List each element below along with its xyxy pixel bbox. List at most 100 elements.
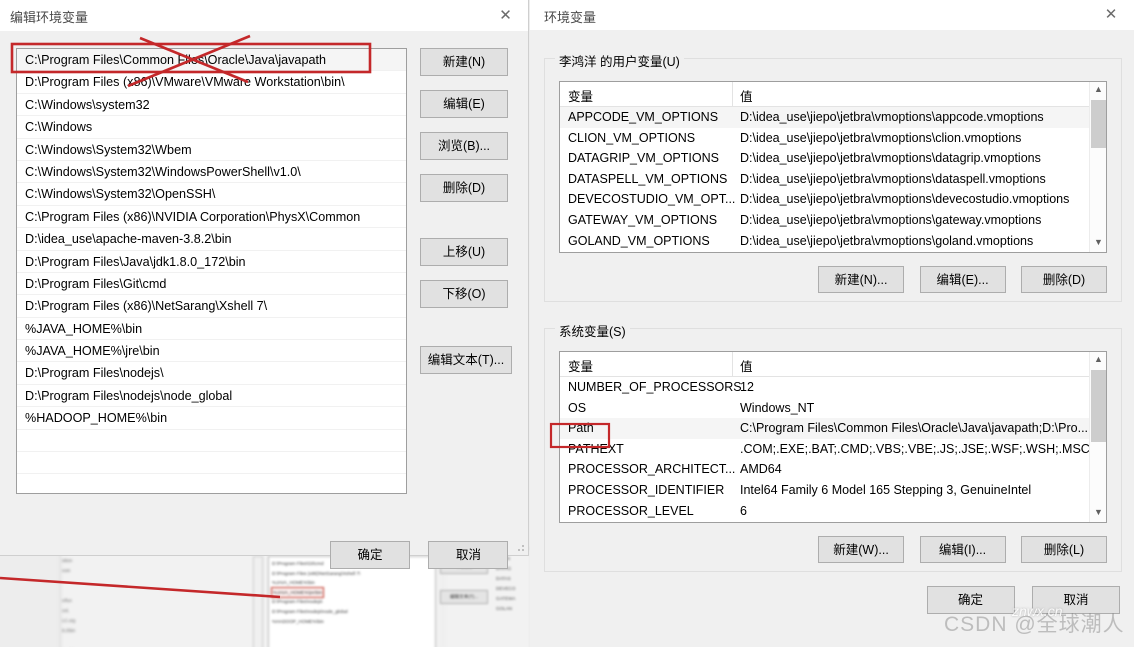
table-row[interactable]: PATHEXT .COM;.EXE;.BAT;.CMD;.VBS;.VBE;.J… [560,439,1106,460]
cell-variable: PROCESSOR_IDENTIFIER [568,482,725,497]
table-row-path[interactable]: Path C:\Program Files\Common Files\Oracl… [560,418,1106,439]
system-table-scrollbar[interactable]: ▲ ▼ [1089,352,1106,522]
cell-value: D:\idea_use\jiepo\jetbra\vmoptions\clion… [740,130,1022,145]
table-row[interactable]: PROCESSOR_LEVEL 6 [560,501,1106,522]
path-list-item[interactable]: C:\Program Files\Common Files\Oracle\Jav… [17,49,406,72]
path-list-item[interactable]: D:\Program Files (x86)\NetSarang\Xshell … [17,295,406,318]
close-icon[interactable]: ✕ [1088,0,1134,30]
path-list-item-empty[interactable] [17,474,406,493]
cell-variable: PATHEXT [568,441,624,456]
path-list-item[interactable]: C:\Program Files (x86)\NVIDIA Corporatio… [17,206,406,229]
env-dialog-bottom-buttons: 确定 取消 [913,586,1120,614]
table-row[interactable]: DEVECOSTUDIO_VM_OPT... D:\idea_use\jiepo… [560,189,1106,210]
column-header-variable: 变量 [568,360,594,374]
cell-variable: GOLAND_VM_OPTIONS [568,233,710,248]
environment-variables-dialog: 环境变量 ✕ 李鸿洋 的用户变量(U) 变量 值 APPCODE_VM_OPTI… [530,0,1134,647]
user-variables-table[interactable]: 变量 值 APPCODE_VM_OPTIONS D:\idea_use\jiep… [559,81,1107,253]
edit-dialog-side-buttons: 新建(N) 编辑(E) 浏览(B)... 删除(D) 上移(U) 下移(O) 编… [420,48,512,388]
table-row[interactable]: GATEWAY_VM_OPTIONS D:\idea_use\jiepo\jet… [560,210,1106,231]
env-dialog-body: 李鸿洋 的用户变量(U) 变量 值 APPCODE_VM_OPTIONS D:\… [530,30,1134,647]
table-row[interactable]: DATASPELL_VM_OPTIONS D:\idea_use\jiepo\j… [560,169,1106,190]
path-list-item-empty[interactable] [17,452,406,475]
env-cancel-button[interactable]: 取消 [1032,586,1120,614]
scroll-up-icon[interactable]: ▲ [1090,82,1106,99]
path-list-item[interactable]: D:\idea_use\apache-maven-3.8.2\bin [17,228,406,251]
table-row[interactable]: OS Windows_NT [560,398,1106,419]
path-list-item[interactable]: C:\Windows\System32\OpenSSH\ [17,183,406,206]
table-row[interactable]: CLION_VM_OPTIONS D:\idea_use\jiepo\jetbr… [560,128,1106,149]
path-list-item[interactable]: C:\Windows [17,116,406,139]
path-entry-list[interactable]: C:\Program Files\Common Files\Oracle\Jav… [16,48,407,494]
path-list-item[interactable]: D:\Program Files\Java\jdk1.8.0_172\bin [17,251,406,273]
cell-variable: PROCESSOR_LEVEL [568,503,694,518]
env-ok-button[interactable]: 确定 [926,586,1015,614]
edit-dialog-title: 编辑环境变量 [10,10,89,25]
scroll-up-icon[interactable]: ▲ [1090,352,1106,369]
cell-value: D:\idea_use\jiepo\jetbra\vmoptions\devec… [740,192,1070,207]
system-new-button[interactable]: 新建(W)... [818,536,905,563]
path-list-item-empty[interactable] [17,430,406,453]
user-new-button[interactable]: 新建(N)... [818,266,905,293]
cell-value: 6 [740,503,747,518]
cell-variable: OS [568,400,587,415]
cell-variable: Path [568,421,594,436]
scrollbar-thumb[interactable] [1091,370,1106,442]
path-list-item[interactable]: D:\Program Files\nodejs\node_global [17,385,406,408]
user-table-scrollbar[interactable]: ▲ ▼ [1089,82,1106,252]
column-divider [732,82,733,106]
bg-list-item: D:\Program Files (x86)\NetSarang\Xshell … [272,570,361,576]
move-up-button[interactable]: 上移(U) [420,238,508,266]
cancel-button[interactable]: 取消 [428,541,509,569]
user-delete-button[interactable]: 删除(D) [1021,266,1107,293]
cell-value: Windows_NT [740,400,815,415]
system-variables-table[interactable]: 变量 值 NUMBER_OF_PROCESSORS 12 OS Windows_… [559,351,1107,523]
scroll-down-icon[interactable]: ▼ [1090,505,1106,522]
path-list-item[interactable]: D:\Program Files (x86)\VMware\VMware Wor… [17,71,406,94]
background-path-list: D:\Program Files\Git\cmd D:\Program File… [268,556,436,647]
cell-value: C:\Program Files\Common Files\Oracle\Jav… [740,421,1089,436]
table-row[interactable]: GOLAND_VM_OPTIONS D:\idea_use\jiepo\jetb… [560,231,1106,252]
table-row[interactable]: PROCESSOR_IDENTIFIER Intel64 Family 6 Mo… [560,480,1106,501]
edit-dialog-titlebar: 编辑环境变量 ✕ [0,0,528,31]
table-row[interactable]: NUMBER_OF_PROCESSORS 12 [560,377,1106,398]
edit-text-button[interactable]: 编辑文本(T)... [420,346,512,374]
background-scrollbar [253,556,263,647]
path-list-item[interactable]: C:\Windows\System32\WindowsPowerShell\v1… [17,161,406,184]
path-list-item[interactable]: %JAVA_HOME%\bin [17,318,406,341]
edit-dialog-body: C:\Program Files\Common Files\Oracle\Jav… [0,31,528,569]
system-edit-button[interactable]: 编辑(I)... [919,536,1006,563]
system-variables-label: 系统变量(S) [555,321,630,340]
path-list-item[interactable]: %HADOOP_HOME%\bin [17,407,406,430]
table-row[interactable]: APPCODE_VM_OPTIONS D:\idea_use\jiepo\jet… [560,107,1106,128]
cell-value: AMD64 [740,462,782,477]
system-delete-button[interactable]: 删除(L) [1021,536,1107,563]
ok-button[interactable]: 确定 [330,541,410,569]
browse-button[interactable]: 浏览(B)... [420,132,508,160]
user-variables-group: 李鸿洋 的用户变量(U) 变量 值 APPCODE_VM_OPTIONS D:\… [544,51,1122,302]
cell-variable: DEVECOSTUDIO_VM_OPT... [568,192,736,207]
delete-button[interactable]: 删除(D) [420,174,508,202]
close-icon[interactable]: ✕ [483,0,528,31]
cell-variable: APPCODE_VM_OPTIONS [568,110,719,124]
user-edit-button[interactable]: 编辑(E)... [919,266,1006,293]
move-down-button[interactable]: 下移(O) [420,280,508,308]
path-list-item[interactable]: C:\Windows\system32 [17,94,406,117]
path-list-item[interactable]: D:\Program Files\nodejs\ [17,362,406,385]
new-button[interactable]: 新建(N) [420,48,508,76]
system-table-header: 变量 值 [560,352,1106,377]
path-list-item[interactable]: C:\Windows\System32\Wbem [17,139,406,161]
cell-value: D:\idea_use\jiepo\jetbra\vmoptions\datas… [740,171,1046,186]
path-list-item[interactable]: D:\Program Files\Git\cmd [17,273,406,296]
table-row[interactable]: DATAGRIP_VM_OPTIONS D:\idea_use\jiepo\je… [560,148,1106,169]
edit-dialog-bottom-buttons: 确定 取消 [330,541,509,569]
scrollbar-thumb[interactable] [1091,100,1106,148]
cell-variable: DATASPELL_VM_OPTIONS [568,171,728,186]
bg-list-item: %HADOOP_HOME%\bin [272,618,324,624]
scroll-down-icon[interactable]: ▼ [1090,235,1106,252]
cell-value: D:\idea_use\jiepo\jetbra\vmoptions\gatew… [740,212,1042,227]
table-row[interactable]: PROCESSOR_ARCHITECT... AMD64 [560,459,1106,480]
path-list-item[interactable]: %JAVA_HOME%\jre\bin [17,340,406,363]
cell-variable: NUMBER_OF_PROCESSORS [568,380,742,394]
resize-grip[interactable] [515,542,525,552]
edit-button[interactable]: 编辑(E) [420,90,508,118]
